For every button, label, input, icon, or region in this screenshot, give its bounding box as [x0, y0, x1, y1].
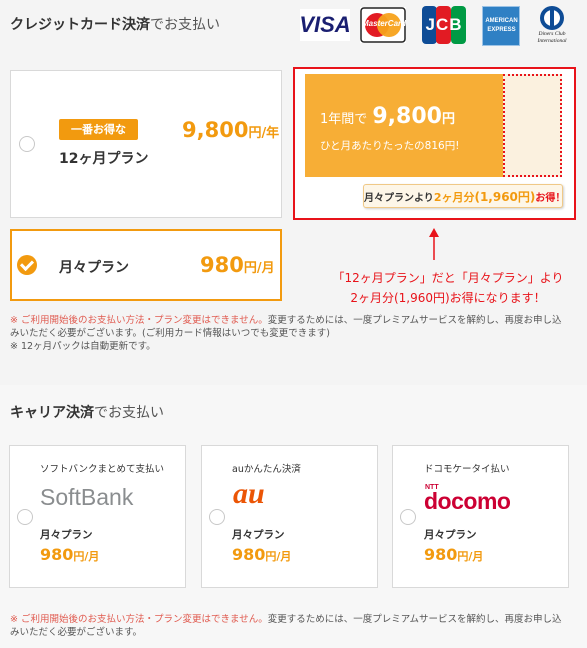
- softbank-logo: SoftBank: [40, 484, 134, 510]
- promo-saving-prefix: 月々プランより: [364, 193, 434, 204]
- promo-year-prefix: 1年間で: [320, 112, 368, 127]
- docomo-price-unit: 円/月: [457, 550, 484, 563]
- best-value-badge: 一番お得な: [59, 119, 138, 140]
- credit-title-main: クレジットカード決済: [10, 17, 150, 33]
- au-logo: au: [233, 477, 265, 510]
- carrier-section-title: キャリア決済でお支払い: [10, 402, 164, 422]
- plan-12month-price-unit: 円/年: [248, 126, 280, 141]
- carrier-note: ※ ご利用開始後のお支払い方法・プラン変更はできません。変更するためには、一度プ…: [10, 613, 570, 639]
- au-radio[interactable]: [209, 509, 225, 525]
- plan-monthly-name: 月々プラン: [59, 260, 129, 276]
- promo-year-unit: 円: [441, 112, 455, 127]
- promo-saving-badge: 月々プランより2ヶ月分(1,960円)お得！: [363, 184, 566, 208]
- credit-note-red: ※ ご利用開始後のお支払い方法・プラン変更はできません。: [10, 315, 268, 326]
- au-label: auかんたん決済: [232, 464, 301, 475]
- plan-12month-price-value: 9,800: [182, 118, 249, 142]
- jcb-logo-text: JCB: [425, 15, 463, 34]
- credit-notes: ※ ご利用開始後のお支払い方法・プラン変更はできません。変更するためには、一度プ…: [10, 314, 570, 353]
- plan-monthly-price-value: 980: [200, 253, 244, 277]
- visa-logo: VISA: [299, 9, 351, 41]
- credit-note-change: ※ ご利用開始後のお支払い方法・プラン変更はできません。変更するためには、一度プ…: [10, 314, 570, 340]
- promo-dotted-box: [503, 74, 562, 177]
- promo-per-month: ひと月あたりたったの816円!: [320, 140, 460, 152]
- diners-logo-text: Diners Club International: [537, 31, 567, 44]
- softbank-label: ソフトバンクまとめて支払い: [40, 464, 164, 475]
- docomo-price: 980円/月: [424, 545, 483, 564]
- visa-logo-text: VISA: [299, 12, 351, 37]
- plan-12month-radio[interactable]: [19, 136, 35, 152]
- annotation-line-2: 2ヶ月分(1,960円)お得になります！: [350, 291, 546, 305]
- annotation-line-1: 「12ヶ月プラン」だと「月々プラン」より: [332, 271, 564, 285]
- promo-saving-amount: (1,960円): [474, 190, 536, 204]
- promo-year-value: 9,800: [372, 104, 442, 129]
- jcb-logo: JCB: [422, 6, 466, 44]
- mastercard-logo: MasterCard: [360, 7, 406, 43]
- plan-12month-price: 9,800円/年: [182, 118, 279, 142]
- softbank-radio[interactable]: [17, 509, 33, 525]
- diners-icon: [540, 6, 564, 30]
- plan-monthly-price-unit: 円/月: [243, 261, 275, 276]
- plan-monthly-price: 980円/月: [200, 253, 275, 277]
- docomo-logo: docomo: [424, 488, 511, 514]
- softbank-price-unit: 円/月: [73, 550, 100, 563]
- amex-logo: AMERICAN EXPRESS: [482, 6, 520, 46]
- carrier-note-red: ※ ご利用開始後のお支払い方法・プラン変更はできません。: [10, 614, 268, 625]
- docomo-radio[interactable]: [400, 509, 416, 525]
- au-price-unit: 円/月: [265, 550, 292, 563]
- promo-saving-suffix: お得！: [535, 193, 566, 204]
- diners-logo: Diners Club International: [532, 5, 572, 47]
- carrier-title-sub: でお支払い: [94, 405, 164, 421]
- plan-12month-card[interactable]: [10, 70, 282, 218]
- softbank-plan: 月々プラン: [40, 529, 93, 541]
- au-price: 980円/月: [232, 545, 291, 564]
- credit-note-auto-renew: ※ 12ヶ月パックは自動更新です。: [10, 341, 156, 352]
- credit-section-title: クレジットカード決済でお支払い: [10, 14, 220, 34]
- plan-12month-name: 12ヶ月プラン: [59, 151, 149, 167]
- softbank-price-value: 980: [40, 545, 74, 564]
- carrier-title-main: キャリア決済: [10, 405, 94, 421]
- credit-title-sub: でお支払い: [150, 17, 220, 33]
- au-plan: 月々プラン: [232, 529, 285, 541]
- promo-saving-months: 2ヶ月分: [433, 191, 475, 204]
- annotation-text: 「12ヶ月プラン」だと「月々プラン」より 2ヶ月分(1,960円)お得になります…: [318, 268, 578, 308]
- plan-monthly-radio-checked[interactable]: [17, 255, 37, 275]
- au-price-value: 980: [232, 545, 266, 564]
- docomo-plan: 月々プラン: [424, 529, 477, 541]
- softbank-price: 980円/月: [40, 545, 99, 564]
- annotation-arrow-icon: [429, 228, 439, 260]
- amex-logo-text: AMERICAN EXPRESS: [485, 18, 518, 33]
- promo-year-price: 1年間で 9,800円: [320, 104, 455, 129]
- docomo-label: ドコモケータイ払い: [424, 464, 510, 475]
- docomo-price-value: 980: [424, 545, 458, 564]
- mastercard-logo-text: MasterCard: [362, 19, 407, 28]
